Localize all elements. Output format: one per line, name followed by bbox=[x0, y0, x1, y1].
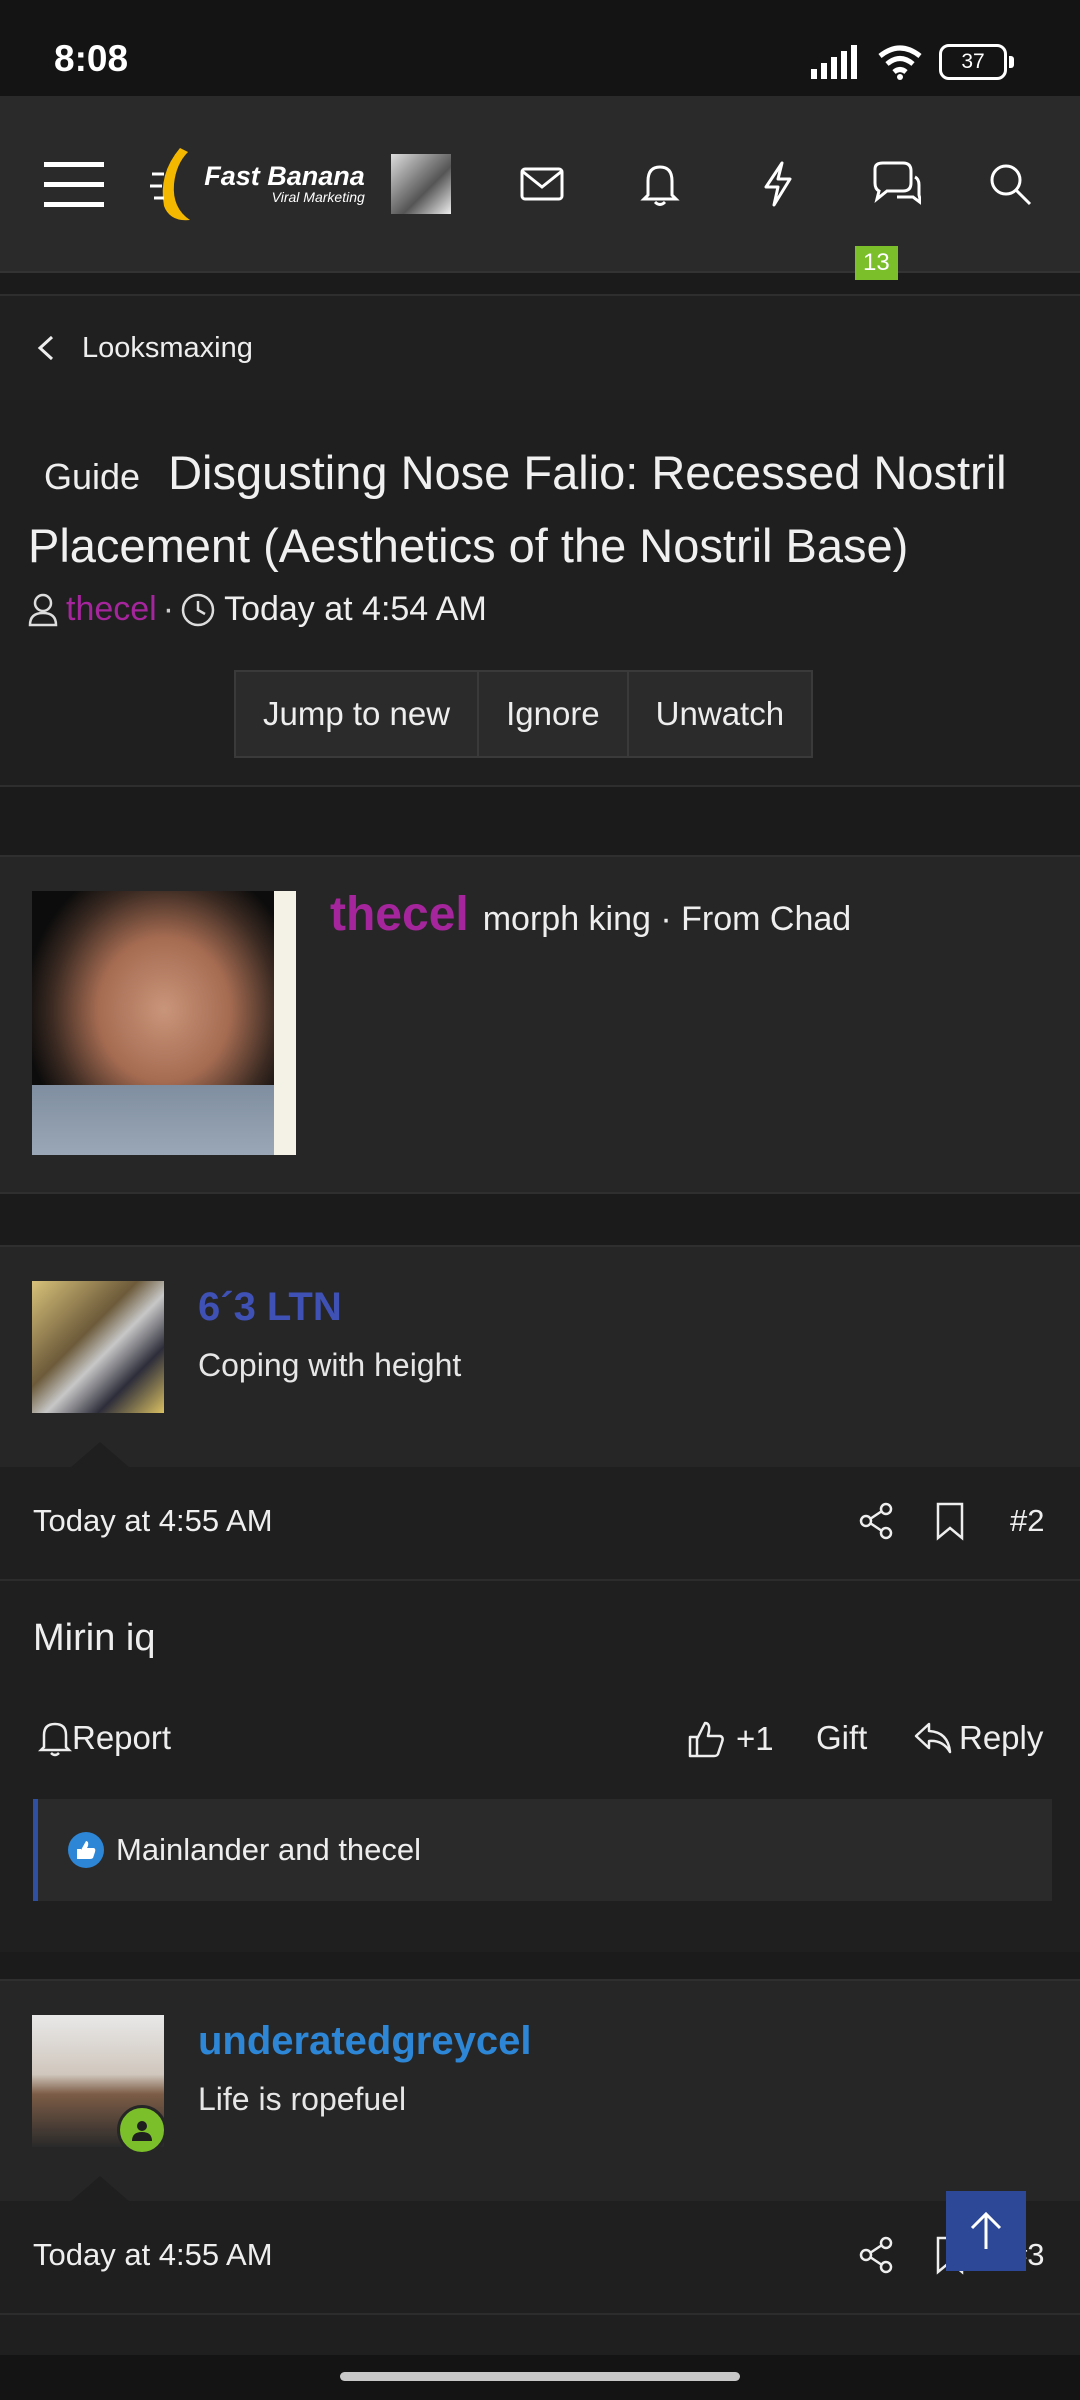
thread-prefix[interactable]: Guide bbox=[44, 456, 140, 497]
conversations-badge: 13 bbox=[855, 246, 898, 280]
reply-button[interactable]: Reply bbox=[913, 1719, 1043, 1757]
post-actions: Report +1 Gift Reply bbox=[0, 1707, 1080, 1777]
wifi-icon bbox=[878, 45, 922, 80]
post-date[interactable]: Today at 4:55 AM bbox=[33, 1503, 273, 1539]
reply-label: Reply bbox=[959, 1719, 1044, 1756]
bell-icon bbox=[38, 1722, 72, 1757]
user-icon bbox=[28, 593, 58, 626]
post-date-row: Today at 4:55 AM #3 bbox=[0, 2201, 1080, 2315]
thread-title: Guide Disgusting Nose Falio: Recessed Nos… bbox=[28, 438, 1058, 580]
poster-avatar[interactable] bbox=[32, 1281, 164, 1413]
poster-username[interactable]: 6´3 LTN bbox=[198, 1285, 342, 1330]
menu-icon[interactable] bbox=[40, 96, 110, 271]
banana-icon bbox=[150, 147, 191, 220]
status-bar: 8:08 37 bbox=[0, 0, 1080, 96]
logo-subtitle: Viral Marketing bbox=[271, 189, 365, 205]
author-user-title: morph king · From Chad bbox=[482, 900, 852, 938]
post-body: Today at 4:55 AM #2 Mirin iq Report +1 G… bbox=[0, 1467, 1080, 1952]
post-text: Mirin iq bbox=[33, 1617, 156, 1659]
online-status-icon bbox=[117, 2105, 167, 2155]
first-post-user-block: thecel morph king · From Chad bbox=[0, 855, 1080, 1194]
author-username[interactable]: thecel bbox=[330, 887, 469, 942]
thumbs-up-icon bbox=[688, 1721, 724, 1758]
author-avatar[interactable] bbox=[32, 891, 296, 1155]
ignore-button[interactable]: Ignore bbox=[479, 672, 629, 756]
status-time: 8:08 bbox=[54, 38, 129, 79]
battery-level: 37 bbox=[939, 44, 1007, 80]
arrow-up-icon bbox=[970, 2211, 1002, 2249]
search-icon[interactable] bbox=[980, 96, 1040, 271]
home-indicator[interactable] bbox=[340, 2372, 740, 2381]
scroll-to-top-button[interactable] bbox=[946, 2191, 1026, 2271]
like-reaction-icon bbox=[68, 1832, 104, 1868]
breadcrumb[interactable]: Looksmaxing bbox=[0, 294, 1080, 402]
poster-user-title: Life is ropefuel bbox=[198, 2081, 407, 2117]
post-date[interactable]: Today at 4:55 AM bbox=[33, 2237, 273, 2273]
jump-to-new-button[interactable]: Jump to new bbox=[236, 672, 480, 756]
poster-username[interactable]: underatedgreycel bbox=[198, 2019, 531, 2064]
breadcrumb-label[interactable]: Looksmaxing bbox=[82, 332, 253, 365]
report-label: Report bbox=[72, 1719, 172, 1756]
like-count: +1 bbox=[736, 1720, 774, 1757]
post-body: Today at 4:55 AM #3 bbox=[0, 2201, 1080, 2357]
post-user-row: underatedgreycel Life is ropefuel bbox=[0, 1981, 1080, 2202]
thread-action-buttons: Jump to new Ignore Unwatch bbox=[234, 670, 814, 758]
unwatch-button[interactable]: Unwatch bbox=[629, 672, 811, 756]
meta-separator: · bbox=[162, 590, 175, 628]
signal-icon bbox=[811, 45, 857, 79]
gift-button[interactable]: Gift bbox=[816, 1719, 867, 1757]
site-logo[interactable]: Fast Banana Viral Marketing bbox=[150, 96, 365, 271]
bell-icon[interactable] bbox=[630, 96, 690, 271]
battery-indicator: 37 bbox=[939, 44, 1014, 80]
poster-user-title: Coping with height bbox=[198, 1347, 462, 1383]
reply-icon bbox=[914, 1722, 952, 1754]
mail-icon[interactable] bbox=[512, 96, 572, 271]
bolt-icon[interactable] bbox=[748, 96, 808, 271]
reactions-bar[interactable]: Mainlander and thecel bbox=[33, 1799, 1052, 1901]
thread-meta: thecel · Today at 4:54 AM bbox=[28, 590, 487, 629]
post-date-row: Today at 4:55 AM #2 bbox=[0, 1467, 1080, 1581]
clock-icon bbox=[181, 593, 215, 626]
reactions-text: Mainlander and thecel bbox=[116, 1832, 422, 1867]
like-button[interactable]: +1 bbox=[686, 1719, 774, 1759]
logo-title: Fast Banana bbox=[204, 161, 365, 191]
share-icon[interactable] bbox=[856, 2235, 896, 2275]
post-number[interactable]: #2 bbox=[1010, 1503, 1044, 1539]
post-2: 6´3 LTN Coping with height Today at 4:55… bbox=[0, 1245, 1080, 1952]
share-icon[interactable] bbox=[856, 1501, 896, 1541]
post-3: underatedgreycel Life is ropefuel Today … bbox=[0, 1979, 1080, 2357]
account-avatar[interactable] bbox=[390, 96, 452, 271]
status-icons: 37 bbox=[811, 44, 1014, 80]
thread-title-text: Disgusting Nose Falio: Recessed Nostril … bbox=[28, 446, 1007, 572]
bookmark-icon[interactable] bbox=[934, 1501, 966, 1541]
thread-header: Guide Disgusting Nose Falio: Recessed Nos… bbox=[0, 400, 1080, 787]
gesture-bar bbox=[0, 2355, 1080, 2400]
conversations-icon[interactable] bbox=[860, 96, 930, 271]
thread-time: Today at 4:54 AM bbox=[224, 590, 487, 628]
thread-author[interactable]: thecel bbox=[66, 590, 157, 629]
chevron-left-icon bbox=[37, 335, 54, 361]
top-navigation: Fast Banana Viral Marketing 13 bbox=[0, 96, 1080, 280]
post-user-row: 6´3 LTN Coping with height bbox=[0, 1247, 1080, 1468]
report-button[interactable]: Report bbox=[38, 1719, 171, 1757]
